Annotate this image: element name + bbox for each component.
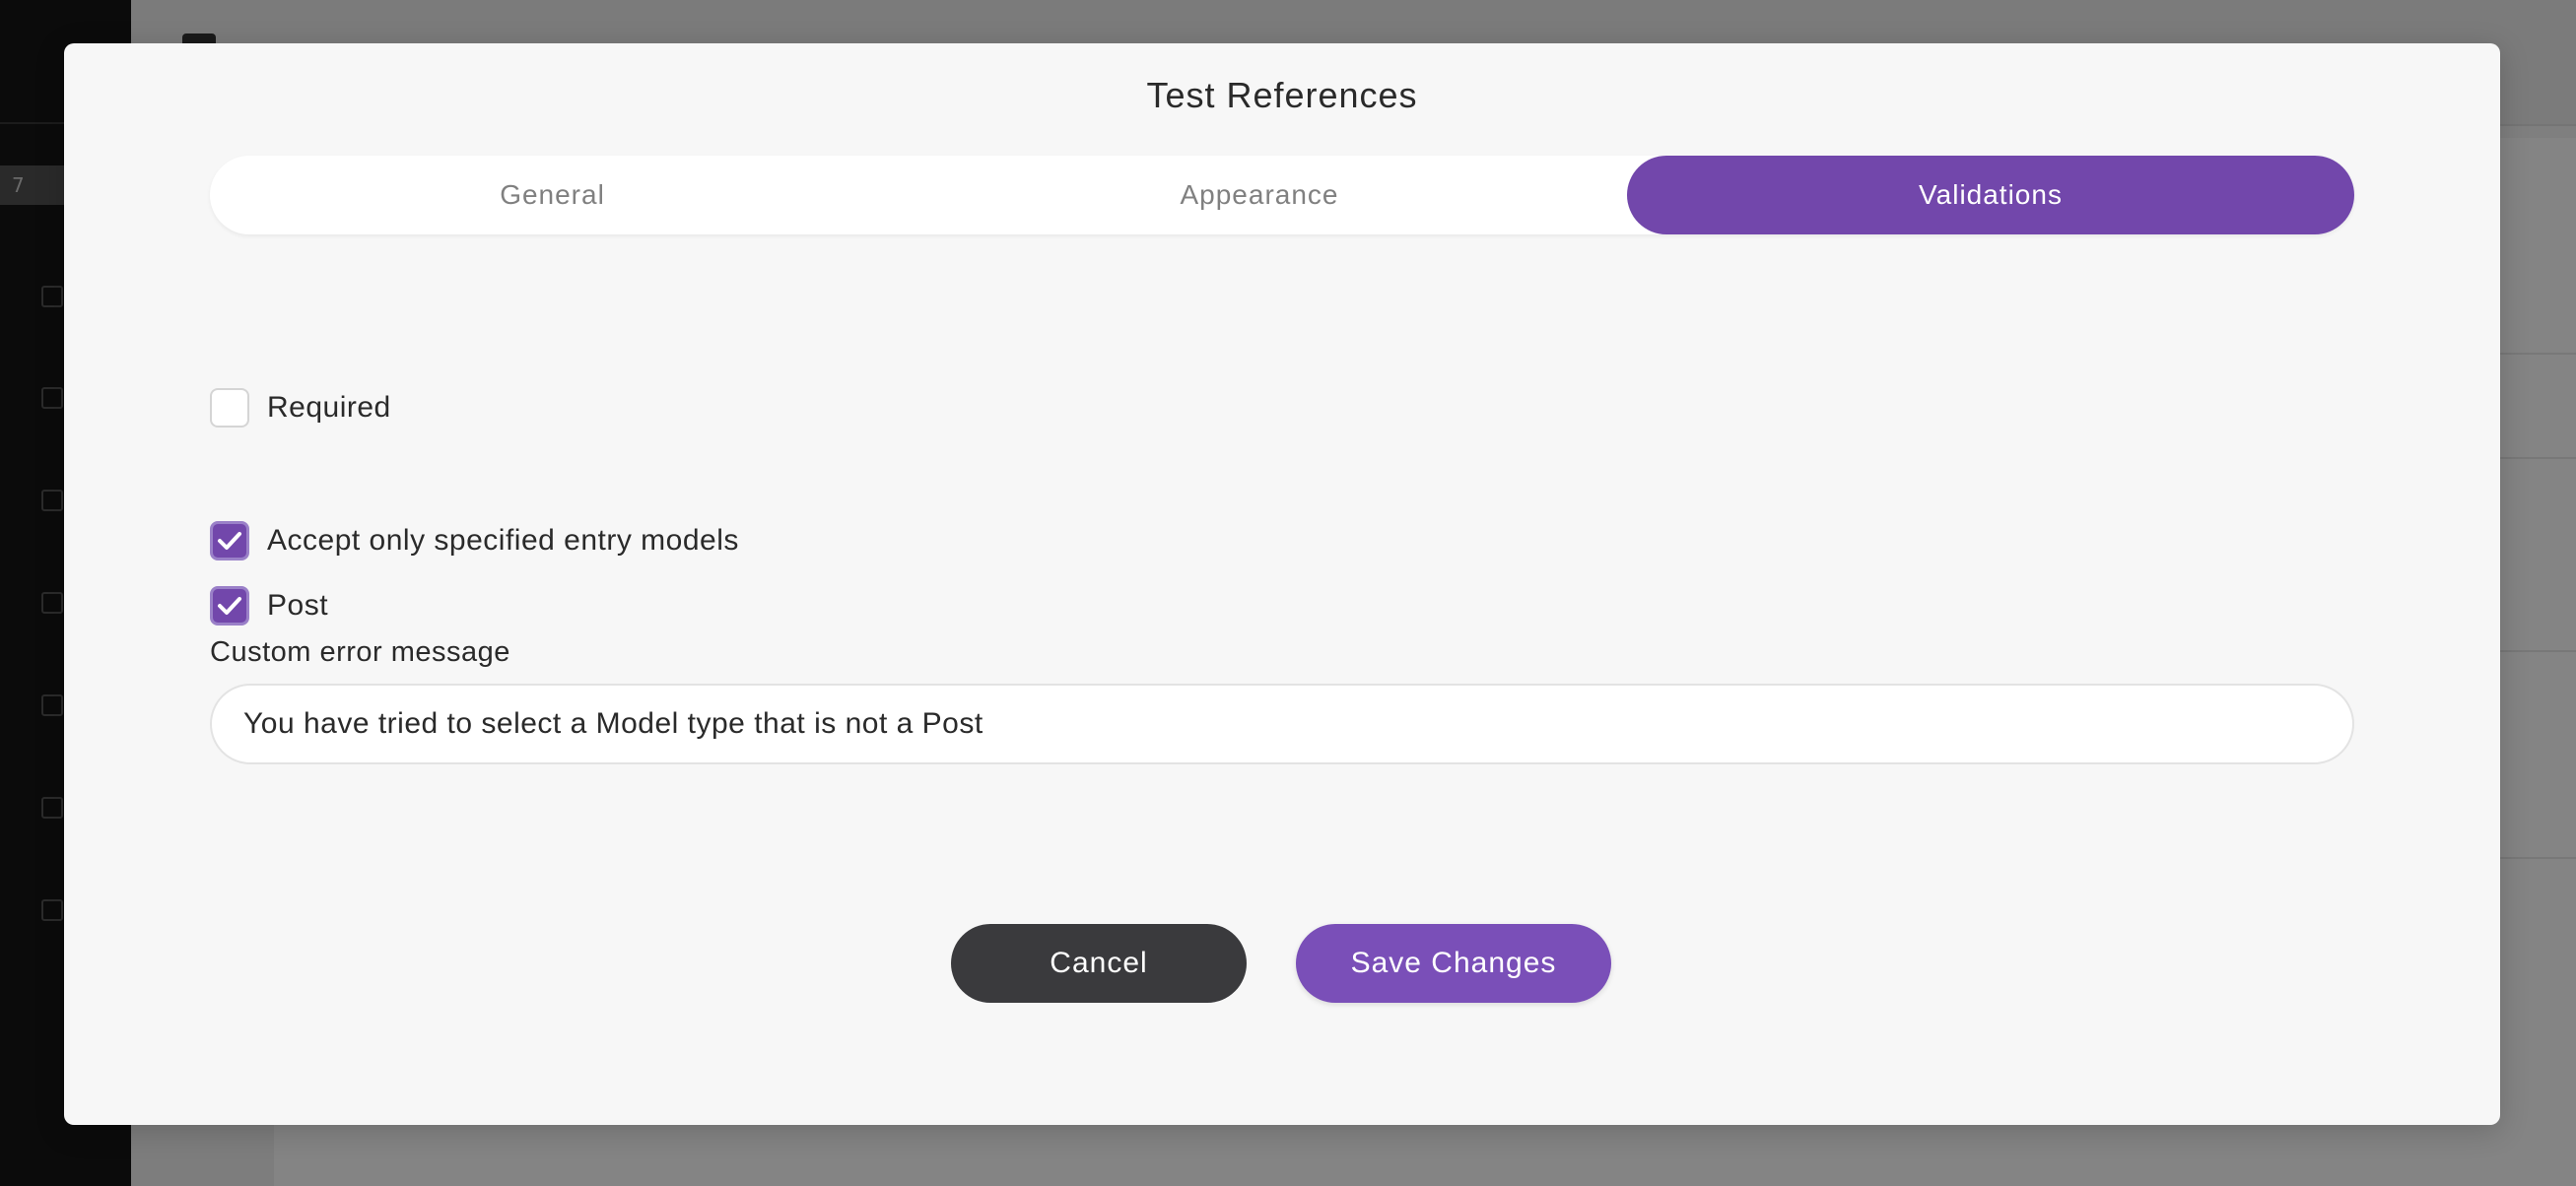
accept-only-option[interactable]: Accept only specified entry models (210, 519, 739, 562)
custom-error-input[interactable] (210, 684, 2354, 764)
post-checkbox[interactable] (210, 586, 249, 626)
cancel-button[interactable]: Cancel (951, 924, 1247, 1003)
sidebar-count-badge: 7 (0, 165, 67, 205)
checkmark-icon (218, 597, 241, 615)
external-link-icon (41, 490, 63, 511)
external-link-icon (41, 387, 63, 409)
post-label: Post (267, 589, 329, 622)
tab-appearance[interactable]: Appearance (895, 156, 1624, 234)
field-settings-modal: Test References General Appearance Valid… (64, 43, 2500, 1125)
external-link-icon (41, 694, 63, 716)
tab-general[interactable]: General (210, 156, 895, 234)
required-checkbox[interactable] (210, 388, 249, 428)
tab-bar: General Appearance Validations (210, 156, 2354, 234)
required-label: Required (267, 391, 391, 424)
custom-error-label: Custom error message (210, 636, 510, 668)
external-link-icon (41, 797, 63, 819)
modal-title: Test References (1146, 75, 1418, 115)
model-option-post[interactable]: Post (210, 584, 328, 627)
checkmark-icon (218, 532, 241, 550)
accept-only-checkbox[interactable] (210, 521, 249, 560)
external-link-icon (41, 592, 63, 614)
accept-only-label: Accept only specified entry models (267, 524, 739, 557)
save-changes-button[interactable]: Save Changes (1296, 924, 1611, 1003)
tab-validations[interactable]: Validations (1627, 156, 2354, 234)
external-link-icon (41, 899, 63, 921)
required-option[interactable]: Required (210, 386, 391, 429)
external-link-icon (41, 286, 63, 307)
